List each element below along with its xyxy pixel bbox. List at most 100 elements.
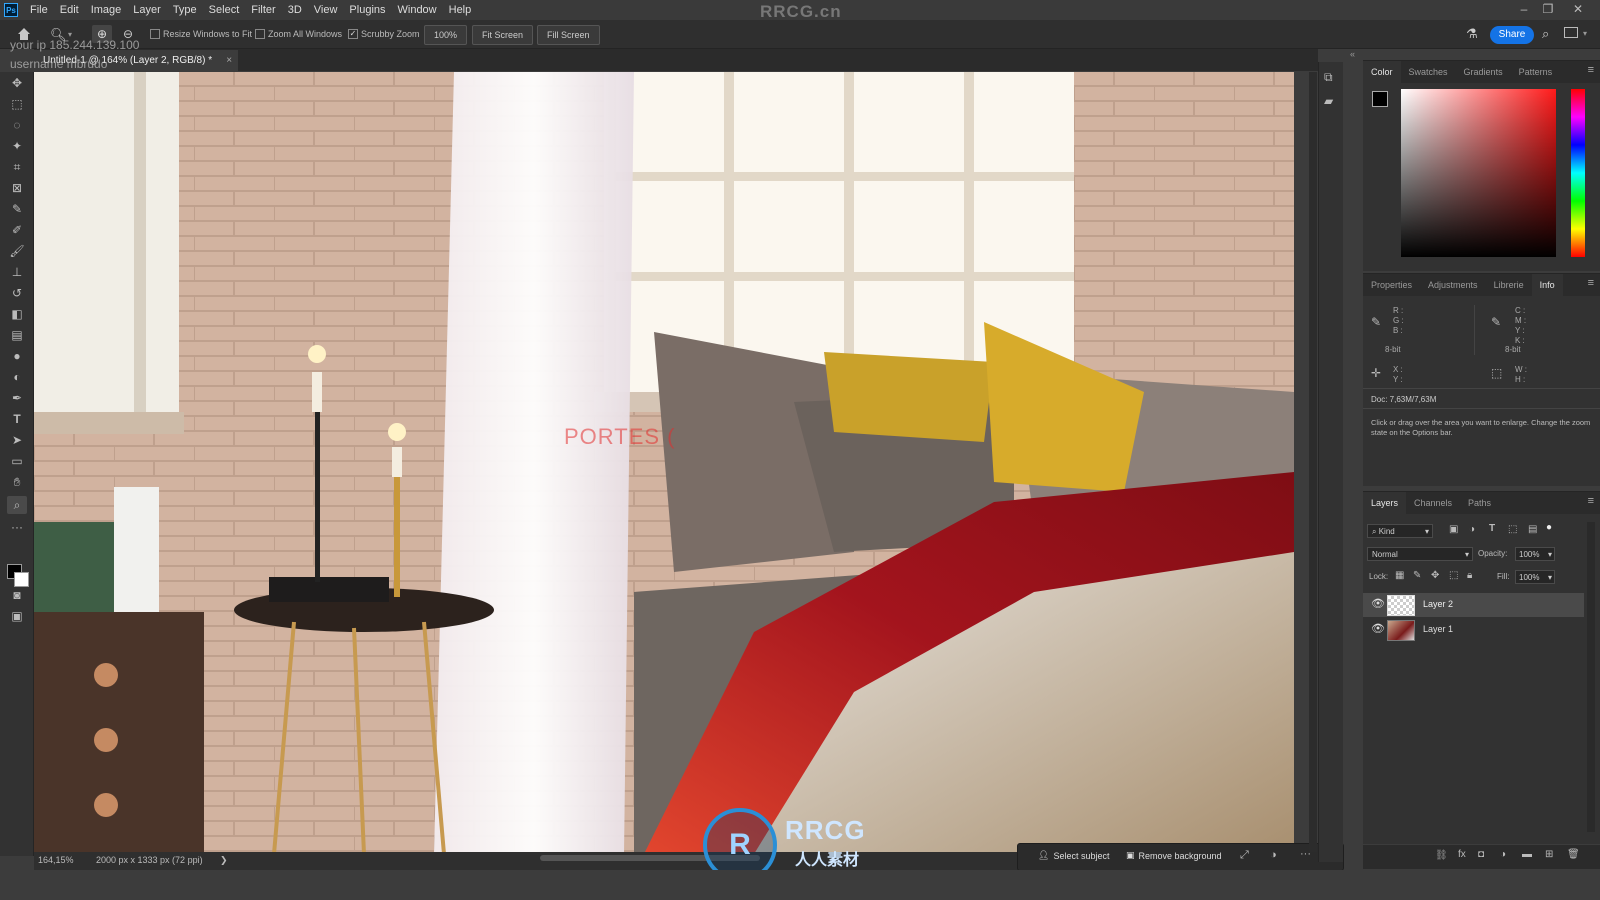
search-icon[interactable]: ⌕ bbox=[1542, 26, 1549, 42]
fit-screen-button[interactable]: Fit Screen bbox=[472, 25, 534, 45]
tab-info[interactable]: Info bbox=[1531, 274, 1563, 296]
resize-windows-checkbox[interactable]: Resize Windows to Fit bbox=[150, 29, 252, 39]
link-layers-icon[interactable]: ⛓︎ bbox=[1435, 850, 1448, 861]
lock-artboard-icon[interactable]: ⬚ bbox=[1449, 570, 1458, 581]
lock-position-icon[interactable]: ✥ bbox=[1431, 570, 1439, 581]
transform-icon[interactable]: ⤢ bbox=[1240, 849, 1249, 862]
zoom-all-windows-checkbox[interactable]: Zoom All Windows bbox=[255, 29, 342, 39]
lock-transparency-icon[interactable]: ▦ bbox=[1395, 570, 1404, 581]
restore-icon[interactable]: ❐ bbox=[1536, 0, 1560, 20]
photoshop-logo[interactable]: Ps bbox=[4, 3, 18, 17]
chevron-down-icon[interactable]: ▾ bbox=[1583, 29, 1587, 38]
visibility-eye-icon[interactable]: 👁︎ bbox=[1371, 597, 1385, 610]
type-tool-icon[interactable]: T bbox=[7, 410, 27, 428]
filter-toggle-icon[interactable]: ● bbox=[1546, 522, 1552, 533]
brush-tool-icon[interactable]: 🖌︎ bbox=[7, 242, 27, 260]
layers-scrollbar[interactable] bbox=[1587, 522, 1595, 832]
menu-plugins[interactable]: Plugins bbox=[343, 0, 391, 20]
layer-filter-kind[interactable]: ⌕ Kind ▾ bbox=[1367, 524, 1433, 538]
zoom-level[interactable]: 164,15% bbox=[38, 855, 74, 865]
eyedropper-tool-icon[interactable]: ✎ bbox=[7, 200, 27, 218]
menu-filter[interactable]: Filter bbox=[245, 0, 281, 20]
layer-row[interactable]: 👁︎ Layer 2 bbox=[1363, 593, 1584, 617]
frame-tool-icon[interactable]: ⊠ bbox=[7, 179, 27, 197]
menu-3d[interactable]: 3D bbox=[282, 0, 308, 20]
filter-smart-object-icon[interactable]: ▤ bbox=[1528, 524, 1537, 535]
filter-adjustment-icon[interactable]: ◑ bbox=[1469, 524, 1475, 535]
dodge-tool-icon[interactable]: ◐ bbox=[7, 368, 27, 386]
vertical-scrollbar[interactable] bbox=[1309, 72, 1317, 852]
document-canvas[interactable]: PORTES ( bbox=[34, 72, 1294, 854]
screen-mode-icon[interactable]: ▣ bbox=[7, 607, 27, 625]
history-icon[interactable]: ⧉ bbox=[1324, 70, 1333, 85]
crop-tool-icon[interactable]: ⌗ bbox=[7, 158, 27, 176]
move-tool-icon[interactable]: ✥ bbox=[7, 74, 27, 92]
history-brush-icon[interactable]: ↺ bbox=[7, 284, 27, 302]
blend-mode-select[interactable]: Normal ▾ bbox=[1367, 547, 1473, 561]
new-adjustment-icon[interactable]: ◑ bbox=[1500, 849, 1506, 860]
tab-color[interactable]: Color bbox=[1363, 61, 1401, 83]
share-button[interactable]: Share bbox=[1490, 26, 1534, 44]
status-arrow-icon[interactable]: ❯ bbox=[220, 855, 228, 866]
rectangle-tool-icon[interactable]: ▭ bbox=[7, 452, 27, 470]
magic-wand-icon[interactable]: ✦ bbox=[7, 137, 27, 155]
marquee-tool-icon[interactable]: ⬚ bbox=[7, 95, 27, 113]
background-color-swatch[interactable] bbox=[14, 572, 29, 587]
workspace-icon[interactable] bbox=[1564, 27, 1578, 38]
lasso-tool-icon[interactable]: ◌ bbox=[7, 116, 27, 134]
lock-pixels-icon[interactable]: ✎ bbox=[1413, 570, 1421, 581]
layer-name[interactable]: Layer 2 bbox=[1423, 599, 1453, 609]
tab-channels[interactable]: Channels bbox=[1406, 492, 1460, 514]
healing-brush-icon[interactable]: ✐ bbox=[7, 221, 27, 239]
filter-type-icon[interactable]: T bbox=[1489, 523, 1495, 534]
fg-color-chip[interactable] bbox=[1372, 91, 1388, 107]
tab-paths[interactable]: Paths bbox=[1460, 492, 1499, 514]
lock-all-icon[interactable]: 🔒︎ bbox=[1467, 570, 1472, 581]
tab-adjustments[interactable]: Adjustments bbox=[1420, 274, 1486, 296]
remove-background-button[interactable]: ▣ Remove background bbox=[1126, 850, 1222, 861]
menu-type[interactable]: Type bbox=[167, 0, 203, 20]
new-layer-icon[interactable]: ⊞ bbox=[1545, 849, 1553, 860]
comments-icon[interactable]: ▰ bbox=[1324, 94, 1333, 108]
new-group-icon[interactable]: ▬ bbox=[1522, 849, 1532, 860]
visibility-eye-icon[interactable]: 👁︎ bbox=[1371, 622, 1385, 635]
filter-pixel-icon[interactable]: ▣ bbox=[1449, 524, 1458, 535]
panel-menu-icon[interactable]: ≡ bbox=[1588, 64, 1594, 76]
fx-icon[interactable]: fx bbox=[1458, 849, 1466, 860]
beaker-icon[interactable]: ⚗ bbox=[1466, 26, 1478, 42]
menu-window[interactable]: Window bbox=[392, 0, 443, 20]
opacity-input[interactable]: 100% ▾ bbox=[1515, 547, 1555, 561]
panel-menu-icon[interactable]: ≡ bbox=[1588, 495, 1594, 507]
scrubby-zoom-checkbox[interactable]: ✓ Scrubby Zoom bbox=[348, 29, 420, 39]
panel-menu-icon[interactable]: ≡ bbox=[1588, 277, 1594, 289]
tab-swatches[interactable]: Swatches bbox=[1401, 61, 1456, 83]
layer-name[interactable]: Layer 1 bbox=[1423, 624, 1453, 634]
blur-tool-icon[interactable]: ● bbox=[7, 347, 27, 365]
menu-layer[interactable]: Layer bbox=[127, 0, 167, 20]
close-window-icon[interactable]: ✕ bbox=[1566, 0, 1590, 20]
menu-view[interactable]: View bbox=[308, 0, 344, 20]
path-selection-icon[interactable]: ➤ bbox=[7, 431, 27, 449]
tab-librerie[interactable]: Librerie bbox=[1486, 274, 1532, 296]
layer-row[interactable]: 👁︎ Layer 1 bbox=[1363, 618, 1584, 642]
hue-slider[interactable] bbox=[1571, 89, 1585, 257]
menu-image[interactable]: Image bbox=[85, 0, 128, 20]
quick-mask-icon[interactable]: ◙ bbox=[7, 586, 27, 604]
menu-select[interactable]: Select bbox=[203, 0, 246, 20]
close-tab-icon[interactable]: × bbox=[226, 50, 232, 71]
eraser-tool-icon[interactable]: ◧ bbox=[7, 305, 27, 323]
tab-gradients[interactable]: Gradients bbox=[1456, 61, 1511, 83]
menu-help[interactable]: Help bbox=[443, 0, 478, 20]
fill-screen-button[interactable]: Fill Screen bbox=[537, 25, 600, 45]
minimize-icon[interactable]: – bbox=[1512, 0, 1536, 20]
menu-edit[interactable]: Edit bbox=[54, 0, 85, 20]
more-tools-icon[interactable]: ··· bbox=[7, 518, 27, 536]
select-subject-button[interactable]: 👤︎ Select subject bbox=[1038, 850, 1109, 861]
add-mask-icon[interactable]: ◘ bbox=[1478, 849, 1484, 860]
tab-properties[interactable]: Properties bbox=[1363, 274, 1420, 296]
hand-tool-icon[interactable]: ✋︎ bbox=[7, 473, 27, 491]
filter-shape-icon[interactable]: ⬚ bbox=[1508, 524, 1517, 535]
zoom-100-button[interactable]: 100% bbox=[424, 25, 468, 45]
zoom-tool-icon[interactable]: ⌕ bbox=[7, 496, 27, 514]
clone-stamp-icon[interactable]: ⊥ bbox=[7, 263, 27, 281]
